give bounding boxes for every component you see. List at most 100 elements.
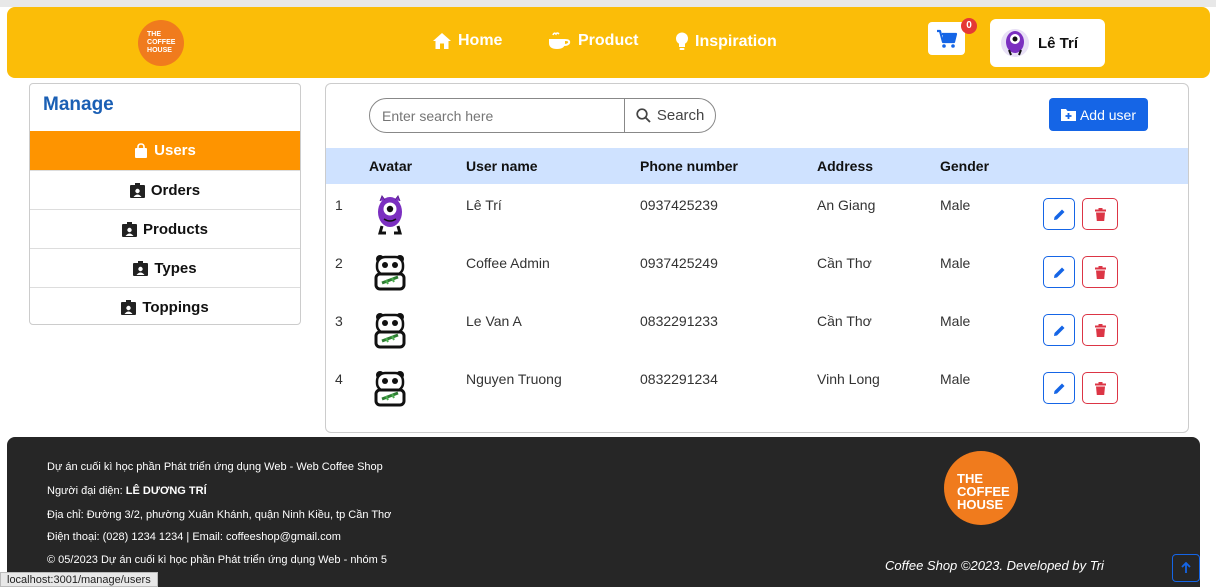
sidebar-item-label: Orders xyxy=(150,181,201,199)
window-top-border xyxy=(0,0,1216,7)
delete-button[interactable] xyxy=(1082,198,1118,230)
row-username: Nguyen Truong xyxy=(466,371,562,387)
sidebar-item-types[interactable]: Types xyxy=(30,248,300,287)
nav-inspiration-label: Inspiration xyxy=(695,32,777,50)
scroll-to-top-button[interactable] xyxy=(1172,554,1200,582)
row-username: Le Van A xyxy=(466,313,522,329)
footer-rep-name: LÊ DƯƠNG TRÍ xyxy=(125,485,207,497)
add-user-button[interactable]: Add user xyxy=(1049,98,1148,131)
cart-count-badge: 0 xyxy=(961,18,977,34)
row-gender: Male xyxy=(940,255,971,271)
nav-home[interactable]: Home xyxy=(432,32,502,50)
home-icon xyxy=(433,33,451,49)
user-menu-button[interactable]: Lê Trí xyxy=(990,19,1105,67)
row-username: Lê Trí xyxy=(466,197,502,213)
search-icon xyxy=(636,108,651,123)
clipboard-user-icon xyxy=(121,299,137,315)
row-address: Vinh Long xyxy=(817,371,880,387)
row-gender: Male xyxy=(940,313,971,329)
footer-contact: Điện thoại: (028) 1234 1234 | Email: cof… xyxy=(47,531,341,543)
header-bar: THE COFFEE HOUSE Home Product Inspiration … xyxy=(7,7,1210,78)
search-box: Search xyxy=(369,98,716,133)
row-index: 1 xyxy=(335,197,343,213)
footer-credit: Coffee Shop ©2023. Developed by Tri xyxy=(885,558,1104,573)
sidebar-item-users[interactable]: Users xyxy=(30,131,300,170)
edit-button[interactable] xyxy=(1043,372,1075,404)
footer-project-line: Dự án cuối kì học phần Phát triển ứng dụ… xyxy=(47,461,383,473)
sidebar-item-orders[interactable]: Orders xyxy=(30,170,300,209)
col-address: Address xyxy=(817,158,874,174)
row-gender: Male xyxy=(940,197,971,213)
brand-logo[interactable]: THE COFFEE HOUSE xyxy=(138,20,184,66)
delete-button[interactable] xyxy=(1082,314,1118,346)
table-row: 4 Nguyen Truong 0832291234 Vinh Long Mal… xyxy=(326,359,1188,417)
edit-button[interactable] xyxy=(1043,198,1075,230)
folder-plus-icon xyxy=(1060,109,1076,121)
shopping-bag-icon xyxy=(135,143,148,158)
sidebar-title: Manage xyxy=(43,94,114,115)
delete-button[interactable] xyxy=(1082,372,1118,404)
footer-address: Địa chỉ: Đường 3/2, phường Xuân Khánh, q… xyxy=(47,509,392,521)
footer-representative: Người đại diện: LÊ DƯƠNG TRÍ xyxy=(47,485,207,497)
panda-avatar xyxy=(374,255,406,291)
users-panel: Search Add user Avatar User name Phone n… xyxy=(325,83,1189,433)
edit-button[interactable] xyxy=(1043,256,1075,288)
row-username: Coffee Admin xyxy=(466,255,550,271)
nav-inspiration[interactable]: Inspiration xyxy=(675,32,777,51)
nav-product-label: Product xyxy=(578,32,639,49)
sidebar-item-toppings[interactable]: Toppings xyxy=(30,287,300,326)
cart-icon xyxy=(936,29,957,48)
trash-icon xyxy=(1094,207,1106,221)
sidebar-item-label: Users xyxy=(154,142,196,159)
col-avatar: Avatar xyxy=(369,158,413,174)
footer: Dự án cuối kì học phần Phát triển ứng dụ… xyxy=(7,437,1200,587)
pencil-icon xyxy=(1053,383,1064,394)
sidebar-item-label: Types xyxy=(154,259,197,277)
row-address: An Giang xyxy=(817,197,876,213)
search-button-label: Search xyxy=(656,107,705,124)
row-index: 4 xyxy=(335,371,343,387)
row-address: Cần Thơ xyxy=(817,255,872,271)
footer-rep-label: Người đại diện: xyxy=(47,485,126,497)
table-row: 2 Coffee Admin 0937425249 Cần Thơ Male xyxy=(326,243,1188,301)
avatar xyxy=(1001,29,1029,57)
add-user-label: Add user xyxy=(1079,106,1137,123)
col-gender: Gender xyxy=(940,158,990,174)
search-input[interactable] xyxy=(370,99,625,132)
nav-product[interactable]: Product xyxy=(548,32,638,50)
search-button[interactable]: Search xyxy=(624,99,715,132)
trash-icon xyxy=(1094,323,1106,337)
row-address: Cần Thơ xyxy=(817,313,872,329)
trash-icon xyxy=(1094,381,1106,395)
delete-button[interactable] xyxy=(1082,256,1118,288)
clipboard-user-icon xyxy=(133,260,149,276)
nav-home-label: Home xyxy=(458,32,503,49)
sidebar-item-products[interactable]: Products xyxy=(30,209,300,248)
edit-button[interactable] xyxy=(1043,314,1075,346)
row-index: 2 xyxy=(335,255,343,271)
status-bar-url: localhost:3001/manage/users xyxy=(0,572,158,587)
cart-button[interactable] xyxy=(928,22,965,55)
row-index: 3 xyxy=(335,313,343,329)
clipboard-user-icon xyxy=(129,182,145,198)
table-row: 1 Lê Trí 0937425239 An Giang Male xyxy=(326,185,1188,243)
row-gender: Male xyxy=(940,371,971,387)
footer-brand-logo: THE COFFEE HOUSE xyxy=(944,451,1018,525)
pencil-icon xyxy=(1053,325,1064,336)
manage-sidebar: Manage Users Orders Products Types Toppi… xyxy=(29,83,301,325)
col-phone: Phone number xyxy=(640,158,739,174)
footer-copyright: © 05/2023 Dự án cuối kì học phần Phát tr… xyxy=(47,554,388,566)
row-phone: 0937425249 xyxy=(640,255,718,271)
sidebar-item-label: Toppings xyxy=(142,298,209,316)
table-row: 3 Le Van A 0832291233 Cần Thơ Male xyxy=(326,301,1188,359)
panda-avatar xyxy=(374,371,406,407)
sidebar-item-label: Products xyxy=(142,220,208,238)
lightbulb-icon xyxy=(676,32,688,50)
panda-avatar xyxy=(374,313,406,349)
row-phone: 0937425239 xyxy=(640,197,718,213)
pencil-icon xyxy=(1053,209,1064,220)
user-name: Lê Trí xyxy=(1038,34,1079,52)
col-username: User name xyxy=(466,158,538,174)
purple-monster-avatar xyxy=(378,195,402,235)
row-phone: 0832291233 xyxy=(640,313,718,329)
